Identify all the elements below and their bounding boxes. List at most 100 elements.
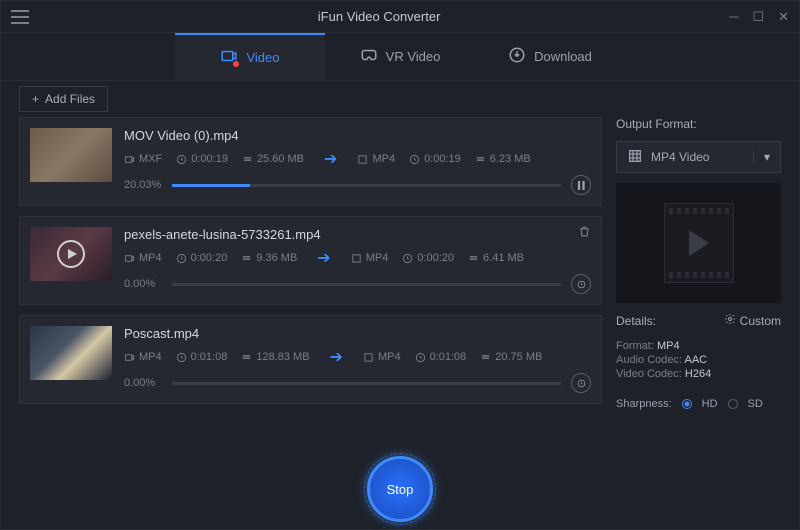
dst-duration: 0:00:20 [402,252,454,264]
item-body: MOV Video (0).mp4 MXF 0:00:19 25.60 MB ➔… [124,128,591,195]
progress-bar [172,283,561,286]
src-duration: 0:01:08 [176,351,228,363]
progress-bar [172,382,561,385]
film-icon [627,148,643,167]
progress-bar [172,184,561,187]
side-panel: Output Format: MP4 Video ▾ Details: Cust… [616,117,781,437]
detail-audio-codec: Audio Codec: AAC [616,354,781,366]
vr-icon [360,46,378,67]
tab-download-label: Download [534,49,592,64]
thumbnail [30,326,112,380]
src-size: 25.60 MB [242,153,304,165]
tab-vr-video[interactable]: VR Video [325,33,475,80]
dst-duration: 0:00:19 [409,153,461,165]
tab-video-label: Video [246,50,279,65]
download-icon [508,46,526,67]
output-format-select[interactable]: MP4 Video ▾ [616,141,781,173]
item-body: Poscast.mp4 MP4 0:01:08 128.83 MB ➔ MP4 … [124,326,591,393]
app-window: iFun Video Converter ─ ☐ ✕ Video VR Vide… [0,0,800,530]
pause-button[interactable] [571,175,591,195]
item-meta-row: MP4 0:00:20 9.36 MB ➔ MP4 0:00:20 6.41 M… [124,248,591,268]
dst-size: 6.23 MB [475,153,531,165]
footer: Stop [1,449,799,529]
plus-icon: + [32,92,39,106]
main-tabs: Video VR Video Download [1,33,799,81]
progress-percent: 0.00% [124,377,162,389]
progress-row: 0.00% [124,373,591,393]
item-body: pexels-anete-lusina-5733261.mp4 MP4 0:00… [124,227,591,294]
item-meta-row: MP4 0:01:08 128.83 MB ➔ MP4 0:01:08 20.7… [124,347,591,367]
item-title: MOV Video (0).mp4 [124,128,591,143]
detail-format: Format: MP4 [616,340,781,352]
dst-format: MP4 [363,351,401,363]
delete-button[interactable] [578,225,591,241]
film-preview-icon [664,203,734,283]
play-overlay-icon [57,240,85,268]
minimize-button[interactable]: ─ [729,9,738,25]
preview-area [616,183,781,303]
chevron-down-icon: ▾ [753,150,770,164]
radio-sd[interactable] [728,399,738,409]
radio-hd[interactable] [682,399,692,409]
tab-download[interactable]: Download [475,33,625,80]
content-area: MOV Video (0).mp4 MXF 0:00:19 25.60 MB ➔… [1,117,799,449]
arrow-icon: ➔ [317,248,330,268]
window-title: iFun Video Converter [29,9,729,24]
src-format: MXF [124,153,162,165]
dst-size: 20.75 MB [480,351,542,363]
src-size: 128.83 MB [241,351,309,363]
sd-label: SD [748,398,763,410]
dst-format: MP4 [351,252,389,264]
thumbnail [30,128,112,182]
src-format: MP4 [124,252,162,264]
progress-row: 0.00% [124,274,591,294]
add-files-button[interactable]: + Add Files [19,86,108,112]
src-duration: 0:00:19 [176,153,228,165]
gear-icon [724,313,736,328]
file-list: MOV Video (0).mp4 MXF 0:00:19 25.60 MB ➔… [19,117,602,437]
list-item[interactable]: pexels-anete-lusina-5733261.mp4 MP4 0:00… [19,216,602,305]
window-controls: ─ ☐ ✕ [729,9,789,25]
progress-row: 20.03% [124,175,591,195]
tab-video[interactable]: Video [175,33,325,80]
detail-video-codec: Video Codec: H264 [616,368,781,380]
progress-percent: 20.03% [124,179,162,191]
progress-percent: 0.00% [124,278,162,290]
hd-label: HD [702,398,718,410]
menu-icon[interactable] [11,10,29,24]
custom-label: Custom [740,314,781,328]
output-format-label: Output Format: [616,117,781,131]
list-item[interactable]: Poscast.mp4 MP4 0:01:08 128.83 MB ➔ MP4 … [19,315,602,404]
tab-vr-label: VR Video [386,49,441,64]
close-button[interactable]: ✕ [778,9,789,25]
add-files-label: Add Files [45,92,95,106]
details-header: Details: Custom [616,313,781,328]
toolbar: + Add Files [1,81,799,117]
progress-fill [172,184,250,187]
dst-format: MP4 [357,153,395,165]
item-meta-row: MXF 0:00:19 25.60 MB ➔ MP4 0:00:19 6.23 … [124,149,591,169]
src-size: 9.36 MB [241,252,297,264]
stop-button[interactable]: Stop [367,456,433,522]
output-format-value: MP4 Video [651,150,709,164]
details-label: Details: [616,314,656,328]
pending-icon[interactable] [571,274,591,294]
src-format: MP4 [124,351,162,363]
stop-label: Stop [387,482,414,497]
custom-button[interactable]: Custom [724,313,781,328]
item-title: pexels-anete-lusina-5733261.mp4 [124,227,591,242]
titlebar: iFun Video Converter ─ ☐ ✕ [1,1,799,33]
pending-icon[interactable] [571,373,591,393]
arrow-icon: ➔ [324,149,337,169]
dst-size: 6.41 MB [468,252,524,264]
maximize-button[interactable]: ☐ [752,9,764,25]
sharpness-row: Sharpness: HD SD [616,398,781,410]
dst-duration: 0:01:08 [415,351,467,363]
sharpness-label: Sharpness: [616,398,672,410]
arrow-icon: ➔ [330,347,343,367]
details-block: Format: MP4 Audio Codec: AAC Video Codec… [616,338,781,380]
thumbnail [30,227,112,281]
video-icon [220,47,238,68]
list-item[interactable]: MOV Video (0).mp4 MXF 0:00:19 25.60 MB ➔… [19,117,602,206]
item-title: Poscast.mp4 [124,326,591,341]
